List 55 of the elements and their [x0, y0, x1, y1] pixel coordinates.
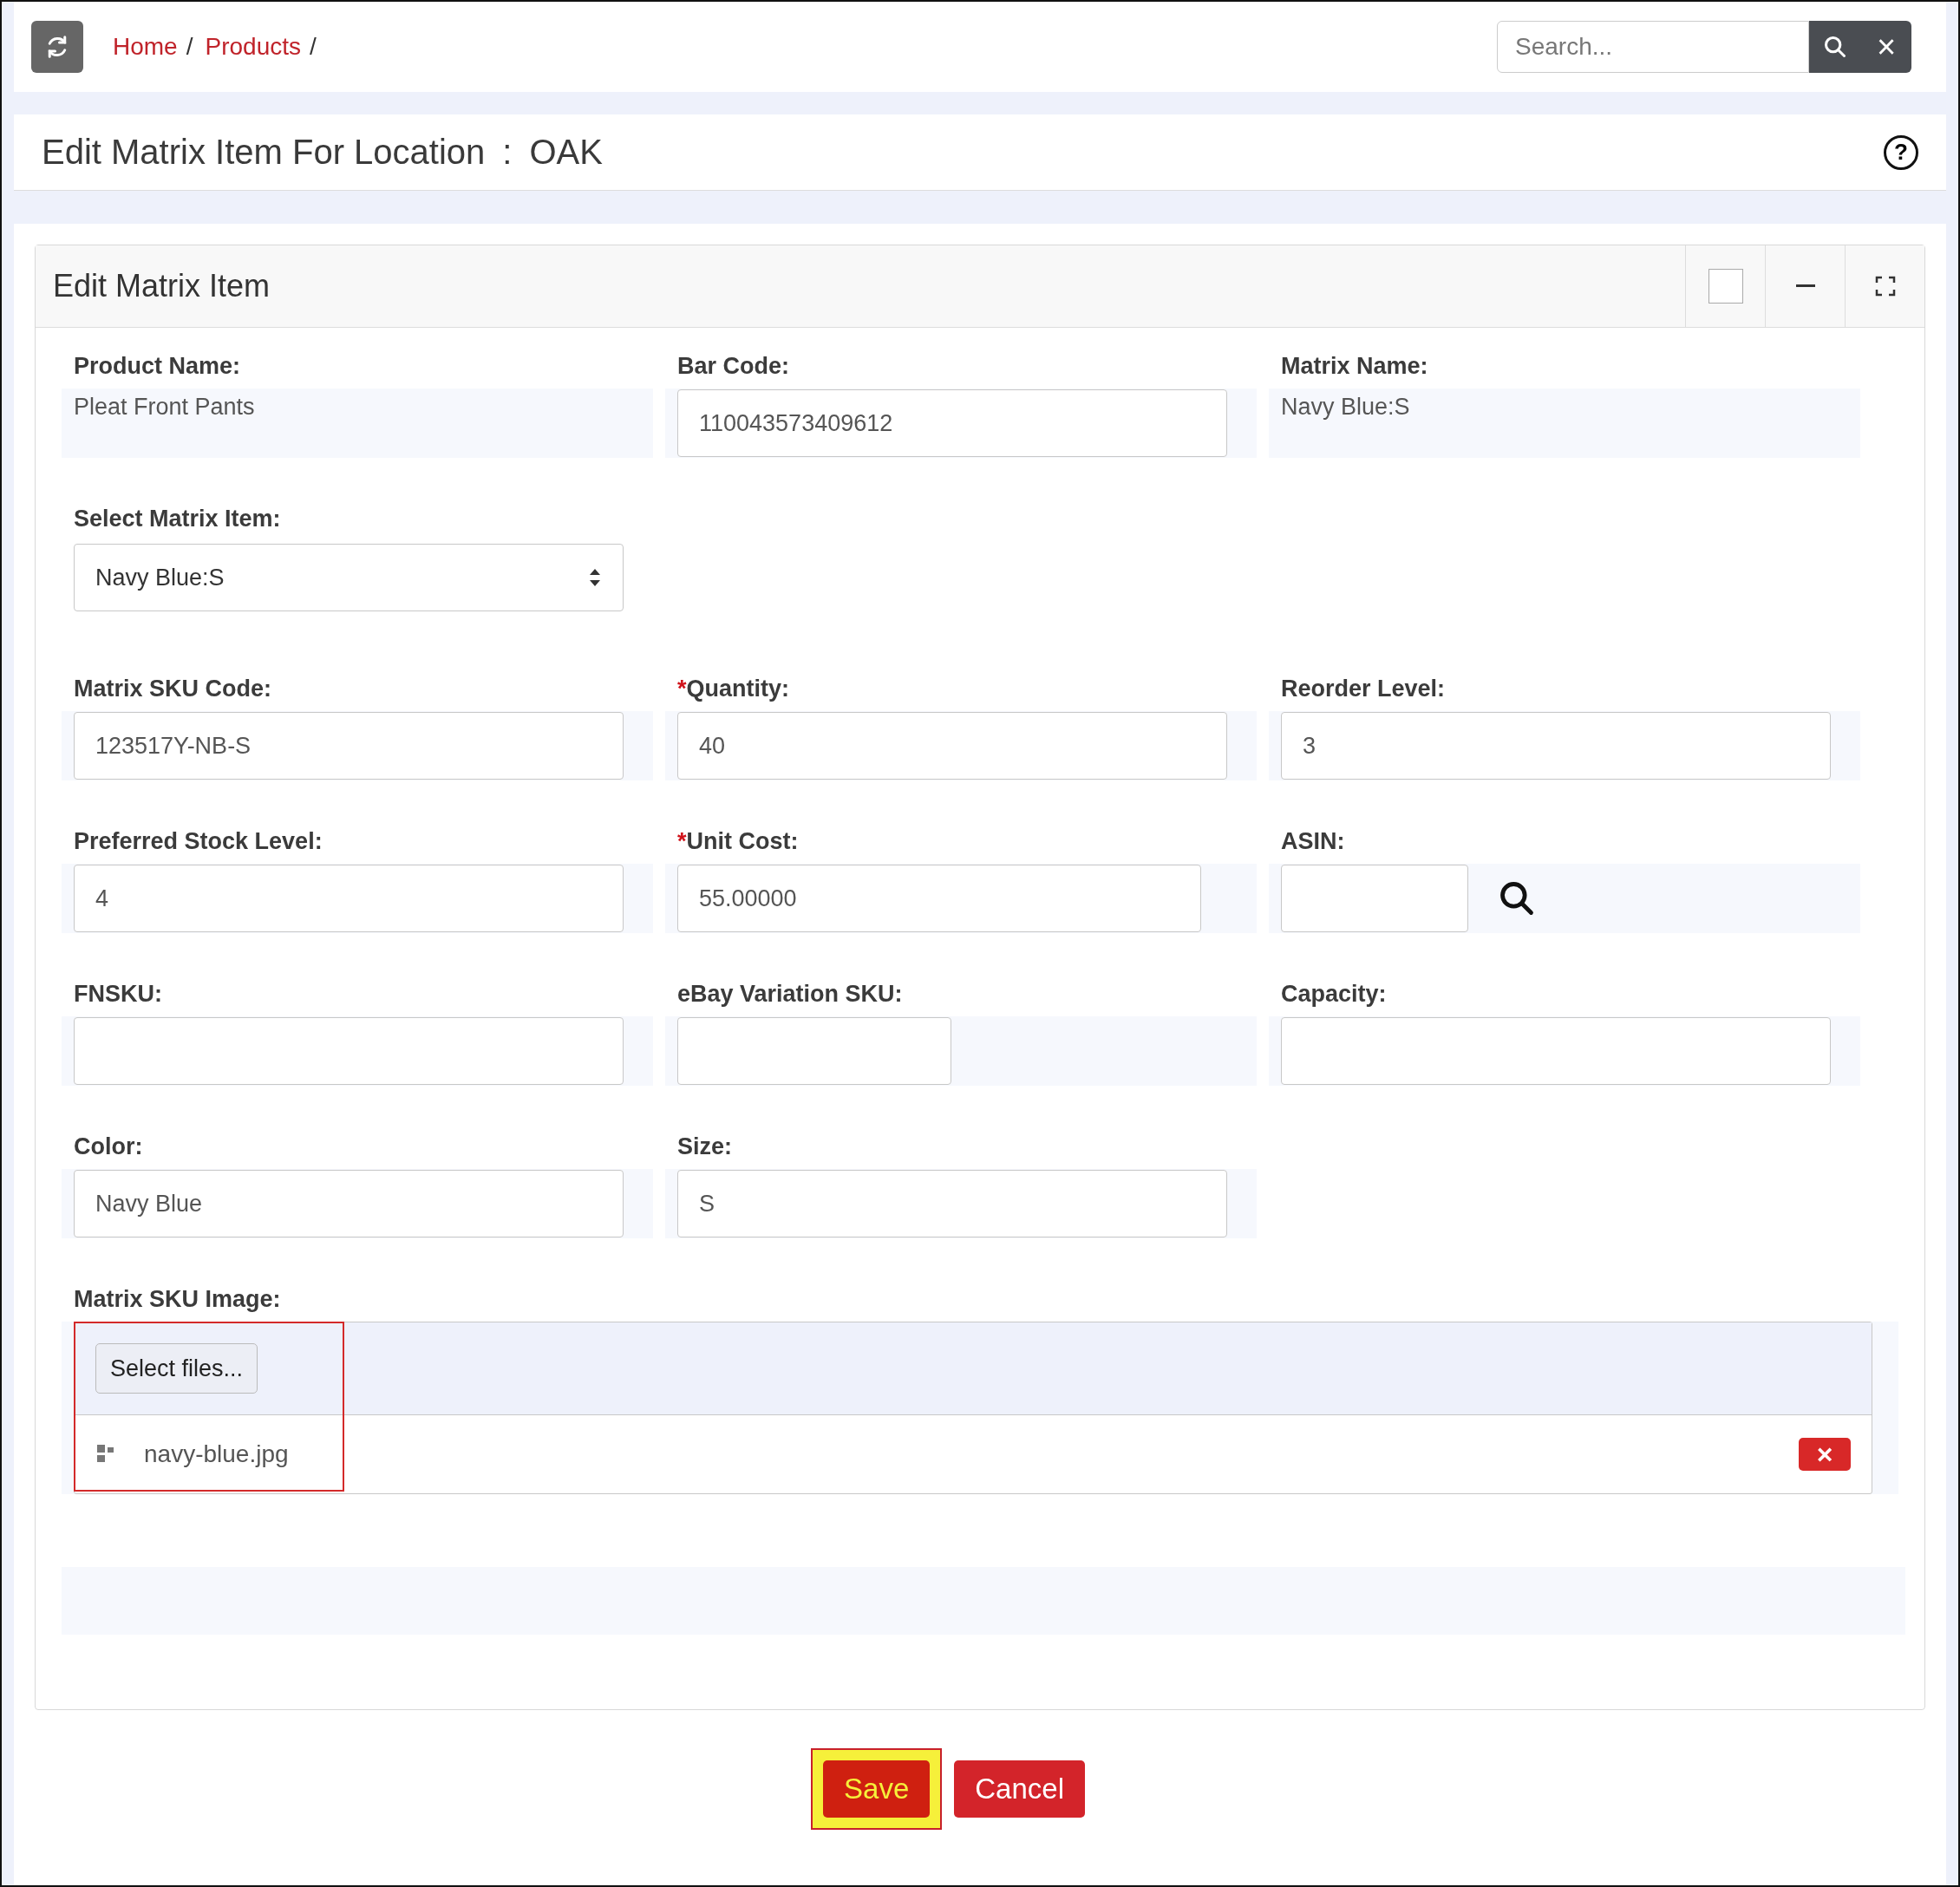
input-field[interactable]: Navy Blue — [74, 1170, 624, 1237]
breadcrumb-separator: / — [310, 33, 317, 61]
search-button[interactable] — [1809, 21, 1861, 73]
field-label: Matrix SKU Code: — [73, 675, 273, 703]
breadcrumb-link[interactable]: Home — [113, 33, 178, 61]
field-label: Matrix SKU Image: — [73, 1285, 282, 1314]
field-label: Color: — [73, 1133, 144, 1161]
refresh-button[interactable] — [31, 21, 83, 73]
search-icon[interactable] — [1498, 879, 1536, 917]
input-field[interactable]: S — [677, 1170, 1227, 1237]
input-field[interactable]: 4 — [74, 865, 624, 932]
input-field[interactable]: 123517Y-NB-S — [74, 712, 624, 780]
field-label: Reorder Level: — [1280, 675, 1447, 703]
search-icon — [1823, 35, 1847, 59]
search-field[interactable]: Search... — [1497, 21, 1809, 73]
select-dropdown[interactable]: Navy Blue:S — [74, 544, 624, 611]
fullscreen-icon — [1874, 276, 1896, 297]
input-field[interactable]: 110043573409612 — [677, 389, 1227, 457]
field-label: ASIN: — [1280, 827, 1346, 856]
input-field[interactable] — [677, 1017, 951, 1085]
field-label: *Unit Cost: — [676, 827, 800, 856]
field-label: Matrix Name: — [1280, 352, 1429, 381]
input-field[interactable] — [1281, 1017, 1831, 1085]
field-label: FNSKU: — [73, 980, 163, 1009]
title-separator: : — [502, 133, 513, 172]
field-label: Product Name: — [73, 352, 242, 381]
panel-title: Edit Matrix Item — [53, 268, 271, 304]
file-icon — [97, 1445, 116, 1464]
field-label: Size: — [676, 1133, 734, 1161]
field-label: eBay Variation SKU: — [676, 980, 904, 1009]
square-icon — [1708, 269, 1743, 304]
field-value: Navy Blue:S — [1281, 393, 1410, 421]
field-label: Preferred Stock Level: — [73, 827, 323, 856]
close-button[interactable]: × — [1861, 21, 1911, 73]
field-label: Select Matrix Item: — [73, 505, 282, 533]
input-field[interactable] — [74, 1017, 624, 1085]
breadcrumb-separator: / — [186, 33, 193, 61]
action-button[interactable]: Cancel — [954, 1760, 1085, 1818]
file-name: navy-blue.jpg — [144, 1440, 289, 1468]
input-field[interactable]: 55.00000 — [677, 865, 1201, 932]
breadcrumb-link[interactable]: Products — [205, 33, 301, 61]
field-label: Bar Code: — [676, 352, 790, 381]
remove-file-button[interactable]: × — [1799, 1438, 1851, 1471]
input-field[interactable] — [1281, 865, 1468, 932]
help-button[interactable]: ? — [1884, 134, 1918, 170]
page-title: Edit Matrix Item For Location — [42, 133, 486, 172]
input-field[interactable]: 40 — [677, 712, 1227, 780]
field-label: Capacity: — [1280, 980, 1388, 1009]
field-value: Pleat Front Pants — [74, 393, 255, 421]
field-label: *Quantity: — [676, 675, 790, 703]
action-button[interactable]: Save — [823, 1760, 931, 1818]
input-field[interactable]: 3 — [1281, 712, 1831, 780]
minimize-icon — [1795, 284, 1815, 288]
select-files-button[interactable]: Select files... — [95, 1343, 258, 1394]
location-code: OAK — [529, 133, 603, 172]
